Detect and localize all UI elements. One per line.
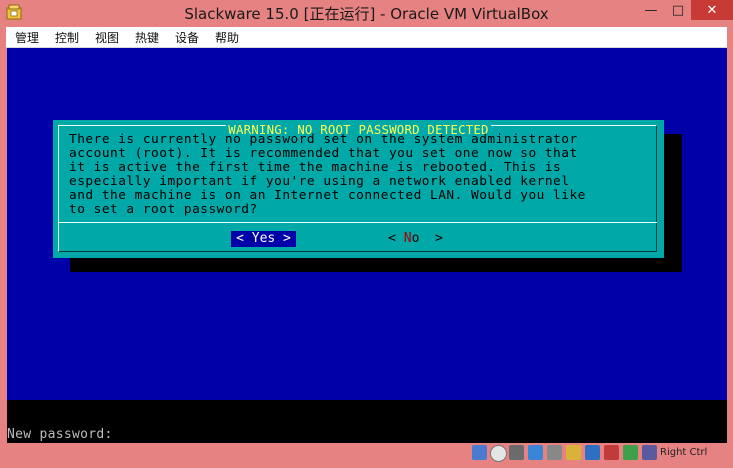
dialog-message-line: especially important if you're using a n…: [69, 174, 570, 189]
usb-icon[interactable]: [547, 445, 562, 460]
maximize-button[interactable]: □: [665, 0, 691, 20]
no-button-bracket-left: <: [388, 231, 404, 246]
host-key-label: Right Ctrl: [660, 447, 708, 458]
title-bar[interactable]: Slackware 15.0 [正在运行] - Oracle VM Virtua…: [0, 0, 733, 26]
minimize-button[interactable]: —: [637, 0, 665, 20]
menu-machine[interactable]: 管理: [15, 29, 39, 46]
no-button-rest: o >: [411, 231, 443, 246]
audio-icon[interactable]: [509, 445, 524, 460]
console-bottom-area: [7, 400, 727, 443]
close-button[interactable]: ✕: [691, 0, 733, 20]
cpu-icon[interactable]: [623, 445, 638, 460]
menu-help[interactable]: 帮助: [215, 29, 239, 46]
console-password-prompt: New password:: [7, 427, 113, 442]
dialog-message-line: and the machine is on an Internet connec…: [69, 188, 586, 203]
mouse-integration-icon[interactable]: [642, 445, 657, 460]
dialog-message-line: it is active the first time the machine …: [69, 160, 562, 175]
optical-drive-icon[interactable]: [490, 445, 507, 462]
dialog-message-line: to set a root password?: [69, 202, 258, 217]
menu-view[interactable]: 视图: [95, 29, 119, 46]
menu-hotkeys[interactable]: 热键: [135, 29, 159, 46]
menu-bar: 管理 控制 视图 热键 设备 帮助: [6, 27, 727, 48]
no-button[interactable]: < No >: [383, 231, 448, 247]
dialog-separator: [58, 222, 657, 223]
shared-folders-icon[interactable]: [566, 445, 581, 460]
menu-devices[interactable]: 设备: [175, 29, 199, 46]
display-icon[interactable]: [585, 445, 600, 460]
no-button-hotkey: N: [403, 231, 412, 246]
dialog-message: There is currently no password set on th…: [69, 133, 586, 217]
dialog-message-line: account (root). It is recommended that y…: [69, 146, 578, 161]
menu-control[interactable]: 控制: [55, 29, 79, 46]
virtualbox-window: Slackware 15.0 [正在运行] - Oracle VM Virtua…: [0, 0, 733, 468]
warning-dialog: WARNING: NO ROOT PASSWORD DETECTED There…: [53, 120, 664, 258]
vm-console-screen[interactable]: New password: WARNING: NO ROOT PASSWORD …: [7, 48, 727, 443]
dialog-message-line: There is currently no password set on th…: [69, 132, 578, 147]
recording-icon[interactable]: [604, 445, 619, 460]
network-icon[interactable]: [528, 445, 543, 460]
hdd-icon[interactable]: [472, 445, 487, 460]
window-title: Slackware 15.0 [正在运行] - Oracle VM Virtua…: [184, 5, 549, 23]
yes-button[interactable]: < Yes >: [231, 231, 296, 247]
